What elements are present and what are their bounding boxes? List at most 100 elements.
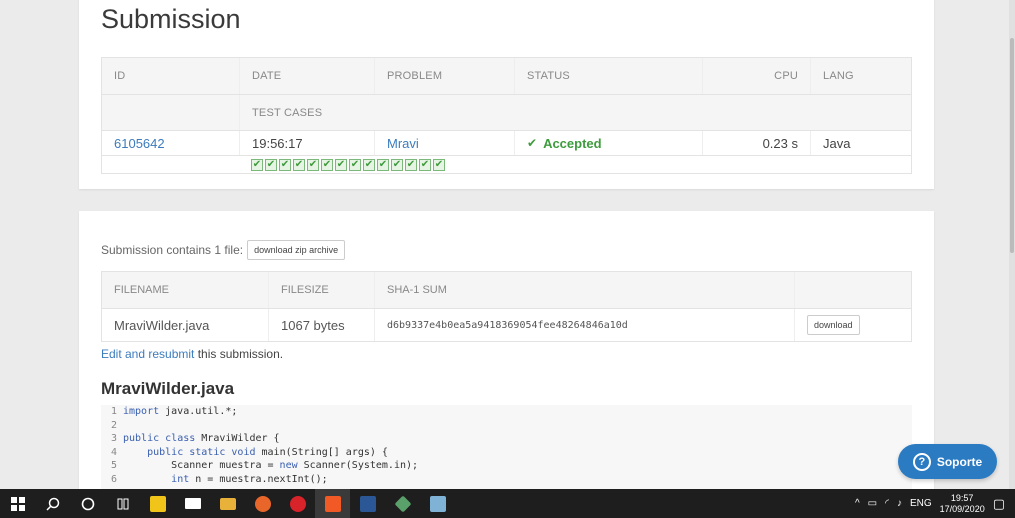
code-text: public static void main(String[] args) { xyxy=(147,446,388,458)
resubmit-line: Edit and resubmit this submission. xyxy=(101,347,283,361)
table-header-row-testcases: TEST CASES xyxy=(102,95,911,131)
status-text: Accepted xyxy=(543,135,602,151)
brave-icon[interactable] xyxy=(315,489,350,518)
test-case-indicators: ✔ ✔ ✔ ✔ ✔ ✔ ✔ ✔ ✔ ✔ ✔ ✔ ✔ ✔ xyxy=(251,158,445,171)
problem-link[interactable]: Mravi xyxy=(387,136,419,151)
code-text: int n = muestra.nextInt(); xyxy=(171,473,328,485)
windows-start-icon[interactable] xyxy=(0,489,35,518)
word-icon[interactable] xyxy=(350,489,385,518)
test-case-pass-icon: ✔ xyxy=(377,158,389,171)
resubmit-suffix: this submission. xyxy=(194,347,284,361)
submission-date: 19:56:17 xyxy=(239,131,374,155)
test-case-pass-icon: ✔ xyxy=(433,158,445,171)
file-size: 1067 bytes xyxy=(268,309,374,341)
code-viewer: 1 import java.util.*; 2 3 public class Mravi… xyxy=(101,405,912,490)
test-case-pass-icon: ✔ xyxy=(307,158,319,171)
file-name: MraviWilder.java xyxy=(114,317,210,333)
col-test-cases: TEST CASES xyxy=(239,95,911,130)
clock-time: 19:57 xyxy=(950,492,974,503)
clock-date: 17/09/2020 xyxy=(939,503,985,514)
col-sha: SHA-1 SUM xyxy=(374,272,794,308)
test-case-pass-icon: ✔ xyxy=(419,158,431,171)
taskbar: ^ ▭ ◜ ♪ ENG 19:57 17/09/2020 ▢ xyxy=(0,489,1015,518)
col-filename: FILENAME xyxy=(114,284,170,296)
language: Java xyxy=(810,131,911,155)
notes-app-icon[interactable] xyxy=(420,489,455,518)
support-label: Soporte xyxy=(936,454,983,469)
file-count-line: Submission contains 1 file: download zip… xyxy=(101,240,346,260)
col-date: DATE xyxy=(239,58,374,94)
help-icon: ? xyxy=(912,452,931,471)
battery-icon[interactable]: ▭ xyxy=(868,498,877,509)
support-button[interactable]: ? Soporte xyxy=(898,444,997,479)
col-status: STATUS xyxy=(514,58,702,94)
system-tray: ^ ▭ ◜ ♪ ENG 19:57 17/09/2020 ▢ xyxy=(855,489,1015,518)
code-text: public class MraviWilder { xyxy=(123,433,280,444)
test-case-pass-icon: ✔ xyxy=(363,158,375,171)
edit-resubmit-link[interactable]: Edit and resubmit xyxy=(101,347,194,361)
col-lang: LANG xyxy=(810,58,911,94)
col-problem: PROBLEM xyxy=(374,58,514,94)
submission-id-link[interactable]: 6105642 xyxy=(114,136,165,151)
opera-icon[interactable] xyxy=(280,489,315,518)
test-case-pass-icon: ✔ xyxy=(279,158,291,171)
file-table: FILENAME FILESIZE SHA-1 SUM MraviWilder.… xyxy=(101,271,912,342)
file-count-text: Submission contains 1 file: xyxy=(101,243,244,257)
code-line: 4 public static void main(String[] args)… xyxy=(101,446,912,460)
col-id: ID xyxy=(114,70,126,82)
code-line: 2 xyxy=(101,419,912,433)
firefox-icon[interactable] xyxy=(245,489,280,518)
test-case-pass-icon: ✔ xyxy=(251,158,263,171)
wifi-icon[interactable]: ◜ xyxy=(885,498,889,509)
status-badge: ✔ Accepted xyxy=(514,131,702,155)
mail-app-icon[interactable] xyxy=(175,489,210,518)
cpu-time: 0.23 s xyxy=(702,131,810,155)
chevron-up-icon[interactable]: ^ xyxy=(855,498,860,509)
code-line: 6 int n = muestra.nextInt(); xyxy=(101,473,912,487)
clock[interactable]: 19:57 17/09/2020 xyxy=(940,493,985,515)
line-number: 2 xyxy=(110,419,117,431)
code-line: 3 public class MraviWilder { xyxy=(101,432,912,446)
test-case-pass-icon: ✔ xyxy=(265,158,277,171)
test-case-pass-icon: ✔ xyxy=(321,158,333,171)
test-case-pass-icon: ✔ xyxy=(349,158,361,171)
line-number: 4 xyxy=(110,446,117,458)
table-row: MraviWilder.java 1067 bytes d6b9337e4b0e… xyxy=(102,309,911,341)
test-case-pass-icon: ✔ xyxy=(335,158,347,171)
line-number: 6 xyxy=(110,473,117,485)
code-file-title: MraviWilder.java xyxy=(101,379,235,398)
search-icon[interactable] xyxy=(35,489,70,518)
cortana-icon[interactable] xyxy=(70,489,105,518)
page-scrollbar[interactable] xyxy=(1009,0,1015,489)
file-explorer-icon[interactable] xyxy=(210,489,245,518)
task-view-icon[interactable] xyxy=(105,489,140,518)
page-title: Submission xyxy=(101,4,241,34)
input-language[interactable]: ENG xyxy=(910,498,932,509)
test-case-pass-icon: ✔ xyxy=(293,158,305,171)
checkmark-icon: ✔ xyxy=(527,136,538,150)
file-table-header: FILENAME FILESIZE SHA-1 SUM xyxy=(102,272,911,309)
store-app-icon[interactable] xyxy=(140,489,175,518)
file-sha: d6b9337e4b0ea5a9418369054fee48264846a10d xyxy=(374,309,794,341)
code-text: import java.util.*; xyxy=(123,406,238,417)
line-number: 3 xyxy=(110,433,117,444)
test-case-pass-icon: ✔ xyxy=(391,158,403,171)
code-line: 1 import java.util.*; xyxy=(101,405,912,419)
line-number: 1 xyxy=(110,406,117,417)
notifications-icon[interactable]: ▢ xyxy=(993,496,1005,512)
test-cases-row: ✔ ✔ ✔ ✔ ✔ ✔ ✔ ✔ ✔ ✔ ✔ ✔ ✔ ✔ xyxy=(102,155,911,173)
col-cpu: CPU xyxy=(702,58,810,94)
table-row: 6105642 19:56:17 Mravi ✔ Accepted 0.23 s… xyxy=(102,131,911,155)
download-zip-button[interactable]: download zip archive xyxy=(247,240,346,260)
code-text: Scanner muestra = new Scanner(System.in)… xyxy=(123,460,419,471)
download-button[interactable]: download xyxy=(807,315,860,335)
submission-table: ID DATE PROBLEM STATUS CPU LANG TEST CAS… xyxy=(101,57,912,174)
test-case-pass-icon: ✔ xyxy=(405,158,417,171)
col-filesize: FILESIZE xyxy=(268,272,374,308)
git-app-icon[interactable] xyxy=(385,489,420,518)
table-header-row: ID DATE PROBLEM STATUS CPU LANG xyxy=(102,58,911,95)
line-number: 5 xyxy=(110,460,117,471)
volume-icon[interactable]: ♪ xyxy=(897,498,902,509)
code-line: 5 Scanner muestra = new Scanner(System.i… xyxy=(101,459,912,473)
scrollbar-thumb[interactable] xyxy=(1010,38,1014,253)
